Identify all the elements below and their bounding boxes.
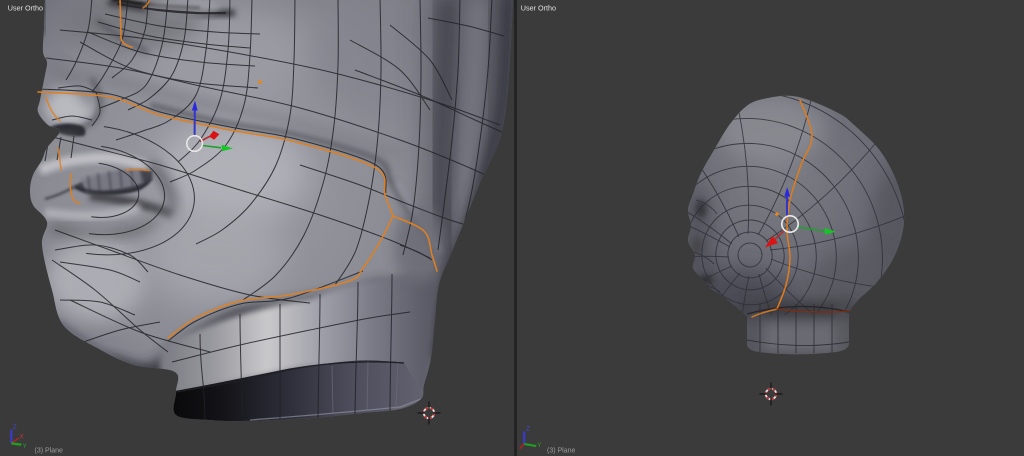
svg-text:Y: Y — [23, 443, 28, 450]
svg-text:X: X — [20, 434, 25, 441]
svg-text:Z: Z — [526, 425, 530, 432]
svg-text:User Ortho: User Ortho — [521, 4, 556, 13]
svg-text:Z: Z — [13, 424, 17, 431]
svg-text:User Ortho: User Ortho — [8, 4, 43, 13]
svg-text:Y: Y — [537, 442, 542, 449]
svg-text:(3) Plane: (3) Plane — [35, 448, 64, 455]
svg-text:(3) Plane: (3) Plane — [547, 448, 576, 455]
